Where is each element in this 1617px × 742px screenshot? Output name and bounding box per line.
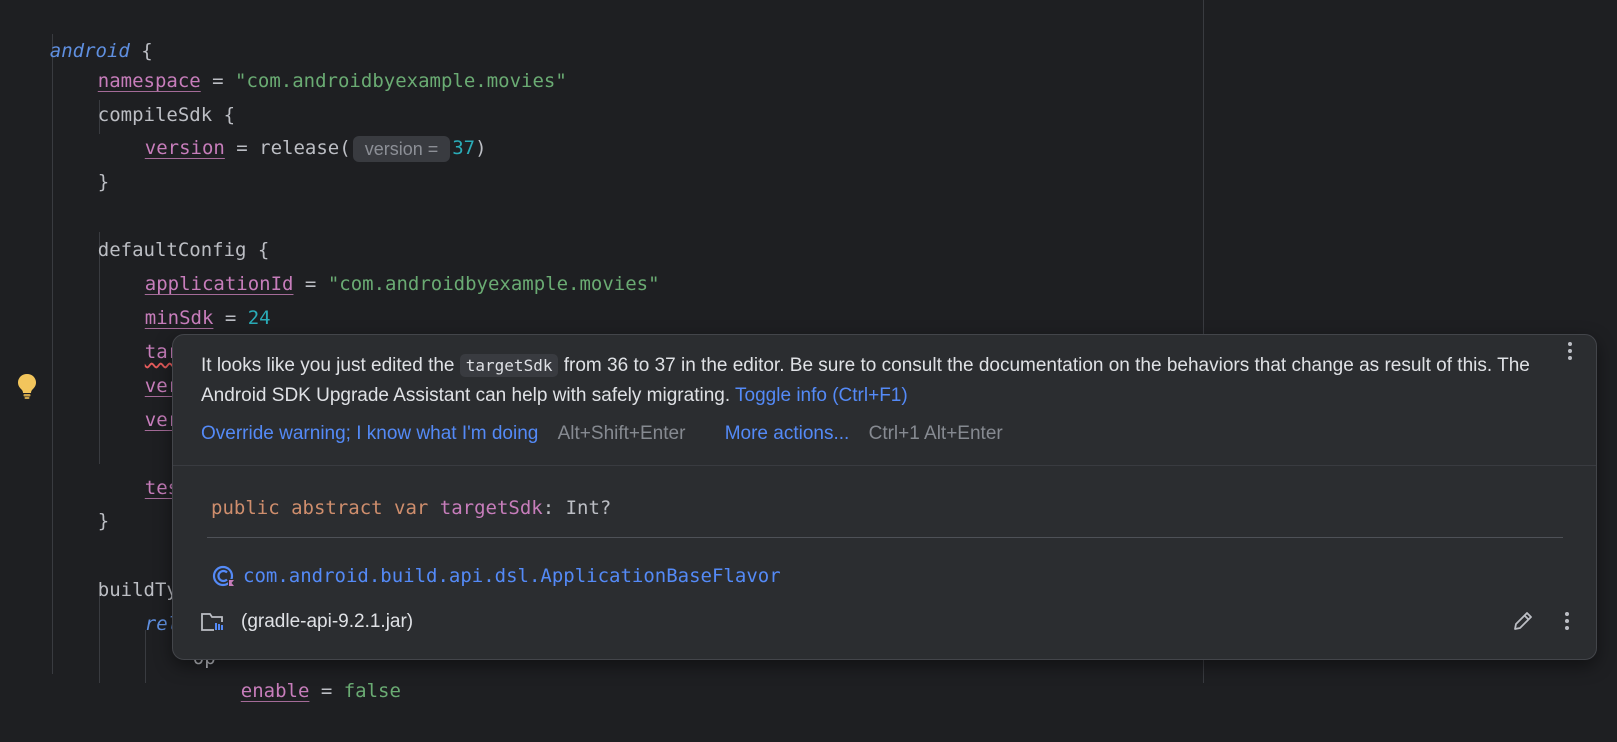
quick-actions-row: Override warning; I know what I'm doing … bbox=[201, 419, 1003, 449]
code-brace: } bbox=[97, 510, 110, 532]
code-line-3[interactable]: compileSdk { bbox=[52, 64, 235, 126]
library-row: (gradle-api-9.2.1.jar) bbox=[201, 607, 413, 637]
more-vertical-icon[interactable] bbox=[1555, 609, 1579, 633]
code-property: version bbox=[144, 137, 225, 159]
code-string: "com.androidbyexample.movies" bbox=[327, 273, 660, 295]
library-folder-icon bbox=[201, 613, 223, 631]
code-text: = release( bbox=[224, 137, 351, 159]
more-actions-link[interactable]: More actions... bbox=[725, 423, 850, 444]
signature-modifiers: public abstract var bbox=[211, 497, 440, 519]
signature-name: targetSdk bbox=[439, 497, 543, 519]
warning-message: It looks like you just edited the target… bbox=[201, 351, 1531, 411]
code-brace: } bbox=[97, 171, 110, 193]
library-jar-label: (gradle-api-9.2.1.jar) bbox=[241, 611, 414, 632]
lint-warning-popup[interactable]: It looks like you just edited the target… bbox=[172, 334, 1597, 660]
containing-class-row: com.android.build.api.dsl.ApplicationBas… bbox=[211, 561, 781, 591]
popup-warning-section: It looks like you just edited the target… bbox=[173, 335, 1596, 466]
more-actions-shortcut: Ctrl+1 Alt+Enter bbox=[868, 423, 1003, 444]
code-paren: ) bbox=[475, 137, 487, 159]
code-line-4[interactable]: version = release(version = 37) bbox=[99, 97, 487, 162]
code-operator: = bbox=[293, 273, 328, 295]
code-line-7[interactable]: defaultConfig { bbox=[52, 199, 270, 261]
code-string: false bbox=[343, 680, 401, 702]
code-line-15[interactable]: } bbox=[52, 470, 109, 532]
toggle-info-link[interactable]: Toggle info (Ctrl+F1) bbox=[735, 385, 908, 406]
code-line-2[interactable]: namespace = "com.androidbyexample.movies… bbox=[52, 30, 567, 92]
inlay-parameter-hint: version = bbox=[352, 135, 451, 162]
code-line-5[interactable]: } bbox=[52, 131, 109, 193]
code-property: enable bbox=[240, 680, 310, 702]
pencil-icon[interactable] bbox=[1511, 609, 1535, 633]
containing-class-link[interactable]: com.android.build.api.dsl.ApplicationBas… bbox=[243, 565, 781, 587]
code-number: 37 bbox=[452, 137, 476, 159]
warning-code-chip: targetSdk bbox=[459, 354, 559, 377]
warning-text: It looks like you just edited the bbox=[201, 355, 460, 376]
override-warning-link[interactable]: Override warning; I know what I'm doing bbox=[201, 423, 538, 444]
code-line-1[interactable]: android { bbox=[4, 0, 153, 62]
signature-type: : Int? bbox=[542, 497, 612, 519]
code-string: "com.androidbyexample.movies" bbox=[235, 70, 567, 92]
code-line-10[interactable]: targetSdk = 37 bbox=[99, 301, 305, 363]
more-vertical-icon[interactable] bbox=[1558, 339, 1582, 363]
code-line-9[interactable]: minSdk = 24 bbox=[99, 267, 271, 329]
code-line-8[interactable]: applicationId = "com.androidbyexample.mo… bbox=[99, 233, 660, 295]
override-shortcut: Alt+Shift+Enter bbox=[557, 423, 686, 444]
lightbulb-icon[interactable] bbox=[16, 372, 38, 400]
kotlin-class-icon bbox=[212, 565, 235, 587]
declaration-signature: public abstract var targetSdk: Int? bbox=[211, 493, 611, 523]
code-operator: = bbox=[309, 680, 344, 702]
popup-divider bbox=[207, 537, 1563, 538]
